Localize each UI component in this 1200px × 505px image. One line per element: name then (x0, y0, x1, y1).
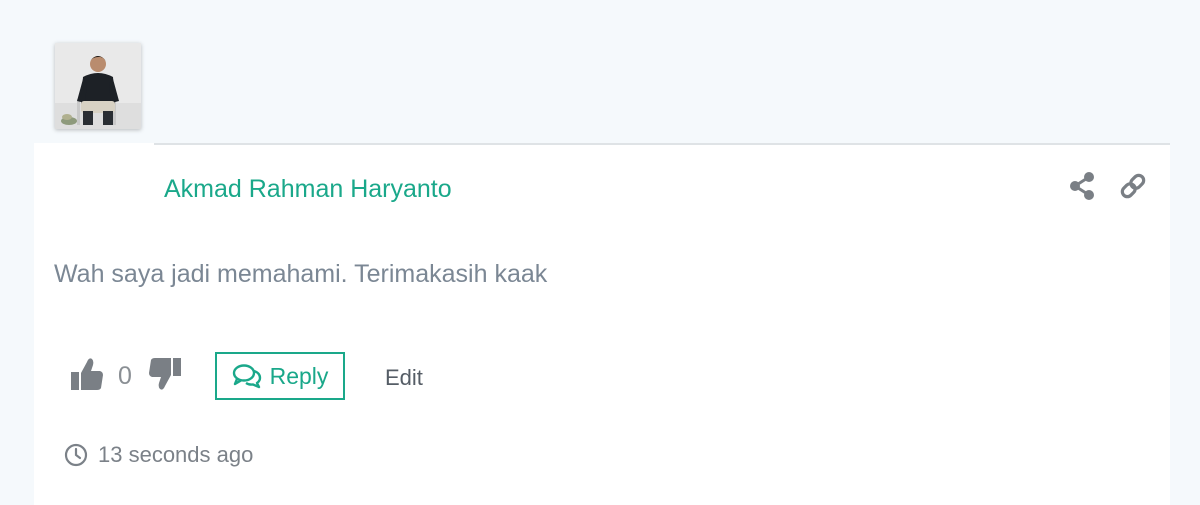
edit-button[interactable]: Edit (385, 365, 423, 391)
link-icon[interactable] (1118, 171, 1148, 201)
author-name[interactable]: Akmad Rahman Haryanto (164, 175, 452, 204)
reply-button[interactable]: Reply (215, 352, 345, 400)
avatar-photo (55, 43, 141, 129)
timestamp: 13 seconds ago (64, 442, 253, 468)
comments-icon (232, 364, 261, 389)
avatar[interactable] (55, 43, 141, 129)
share-icon[interactable] (1068, 171, 1096, 201)
avatar-gap (34, 143, 154, 145)
comment-card: Akmad Rahman Haryanto Wah saya jadi mema… (34, 143, 1170, 505)
reply-label: Reply (269, 362, 329, 389)
comment-text: Wah saya jadi memahami. Terimakasih kaak (54, 260, 548, 288)
thumbs-up-icon[interactable] (70, 356, 104, 392)
timestamp-text: 13 seconds ago (98, 442, 254, 467)
vote-count: 0 (118, 362, 132, 390)
thumbs-down-icon[interactable] (148, 356, 182, 392)
clock-icon (64, 443, 88, 467)
